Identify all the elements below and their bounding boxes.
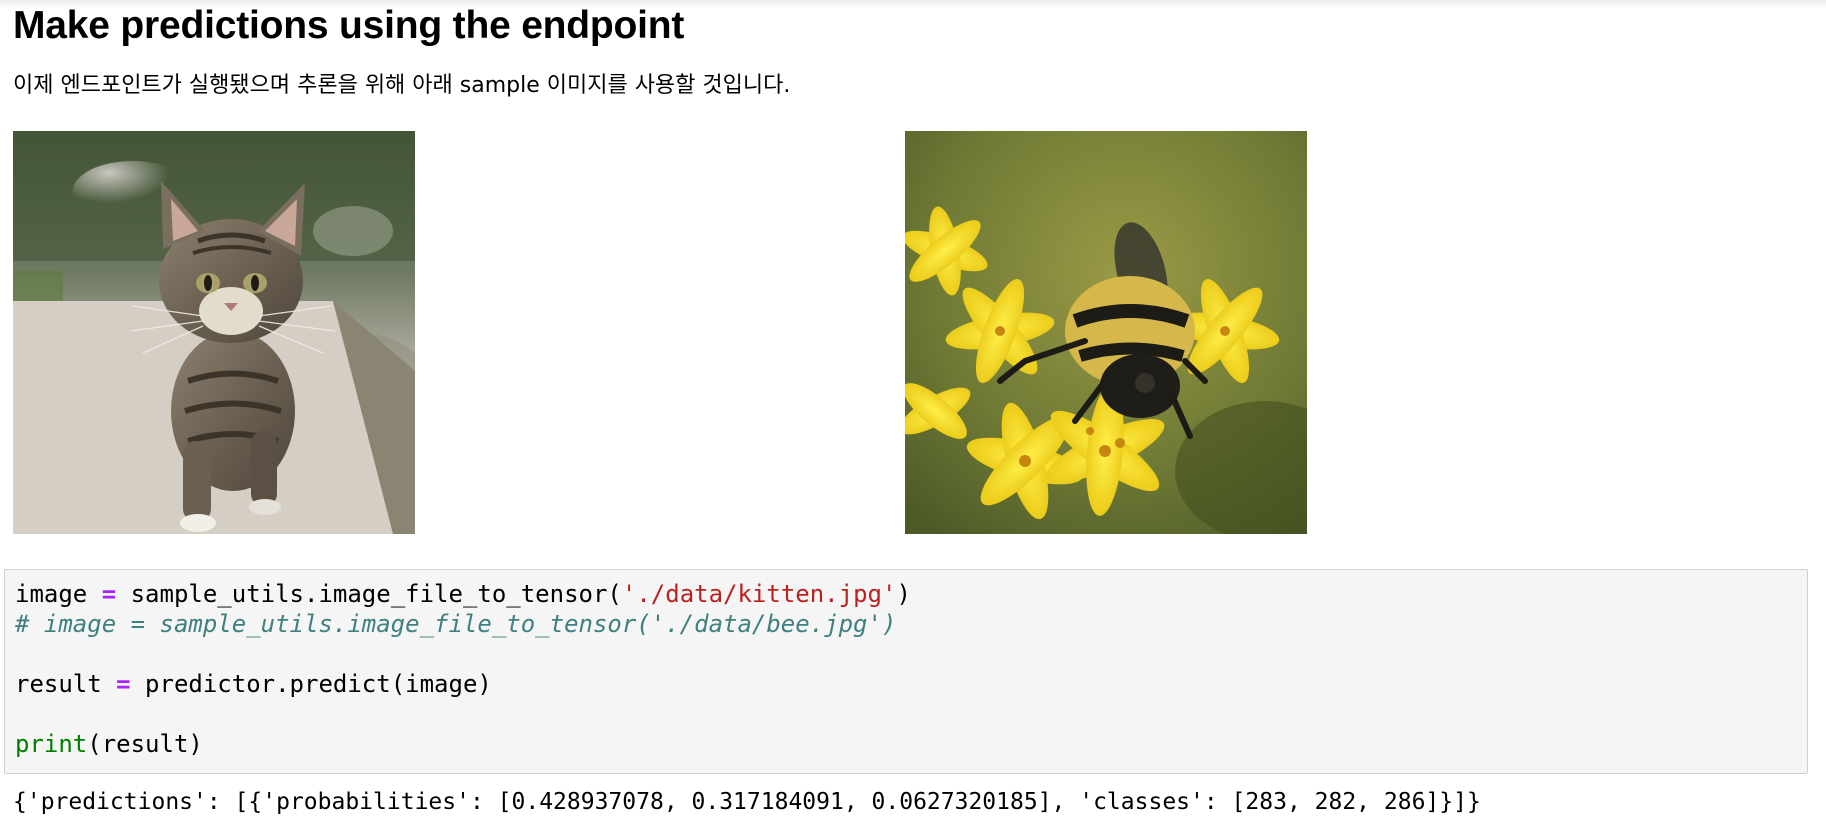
- intro-text: 이제 엔드포인트가 실행됐으며 추론을 위해 아래 sample 이미지를 사용…: [13, 73, 791, 98]
- section-heading: Make predictions using the endpoint: [13, 4, 685, 47]
- code-call: sample_utils.image_file_to_tensor(: [116, 580, 622, 608]
- code-builtin-print: print: [15, 730, 88, 758]
- code-comment-bee: # image = sample_utils.image_file_to_ten…: [15, 610, 897, 638]
- kitten-sample-image: [13, 131, 415, 534]
- code-operator: =: [116, 670, 131, 698]
- code-variable: result: [15, 670, 117, 698]
- code-call-args: (result): [87, 730, 203, 758]
- bee-sample-image: [905, 131, 1307, 534]
- code-line-print: print(result): [15, 729, 203, 759]
- cell-output: {'predictions': [{'probabilities': [0.42…: [13, 789, 1481, 815]
- code-line-load-kitten: image = sample_utils.image_file_to_tenso…: [15, 579, 911, 609]
- code-call: predictor.predict(image): [130, 670, 492, 698]
- code-operator: =: [101, 580, 117, 608]
- code-variable: image: [15, 580, 102, 608]
- code-line-predict: result = predictor.predict(image): [15, 669, 492, 699]
- code-string-kitten-path: './data/kitten.jpg': [621, 580, 897, 608]
- code-close-paren: ): [896, 580, 911, 608]
- code-cell[interactable]: image = sample_utils.image_file_to_tenso…: [4, 569, 1808, 774]
